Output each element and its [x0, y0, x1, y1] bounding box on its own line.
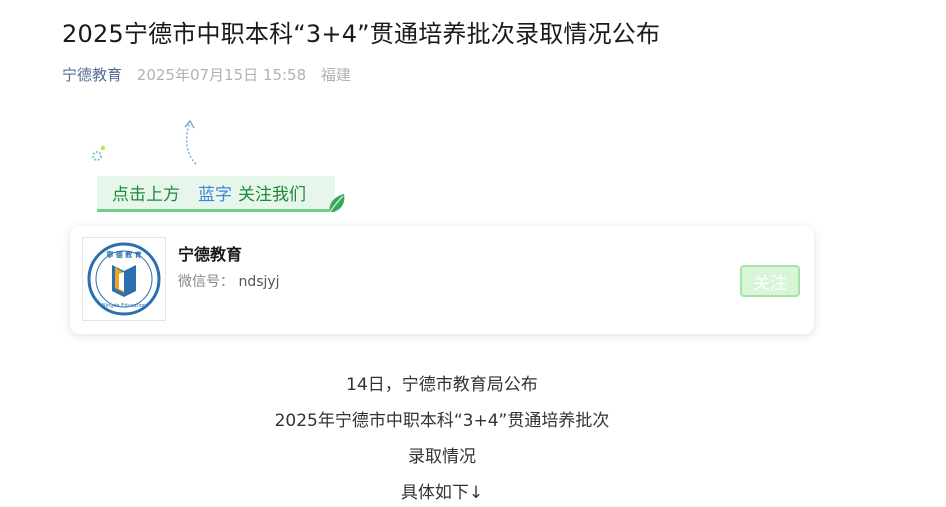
- ningde-education-logo: 寧 德 教 育 Ningde Education: [87, 242, 161, 316]
- follow-us-banner: 点击上方 蓝字 关注我们: [97, 176, 335, 212]
- wechat-id-value: ndsjyj: [238, 274, 280, 290]
- sparkle-dots-icon: [92, 145, 106, 161]
- follow-button[interactable]: 关注: [740, 265, 800, 297]
- content-line-2: 2025年宁德市中职本科“3+4”贯通培养批次: [274, 411, 610, 431]
- account-avatar[interactable]: 寧 德 教 育 Ningde Education: [82, 237, 166, 321]
- account-name: 宁德教育: [178, 245, 243, 264]
- arrow-up-icon: [184, 119, 197, 165]
- leaf-icon: [329, 194, 345, 213]
- wechat-id-row: 微信号： ndsjyj: [178, 271, 280, 291]
- svg-text:寧 德 教 育: 寧 德 教 育: [106, 250, 141, 259]
- article-meta: 宁德教育 2025年07月15日 15:58 福建: [62, 64, 351, 85]
- wechat-id-label: 微信号：: [178, 274, 234, 290]
- content-line-1: 14日，宁德市教育局公布: [346, 375, 538, 395]
- content-line-4: 具体如下↓: [400, 483, 484, 503]
- author-link[interactable]: 宁德教育: [62, 66, 122, 84]
- banner-text-left: 点击上方: [112, 185, 180, 205]
- article-title: 2025宁德市中职本科“3+4”贯通培养批次录取情况公布: [62, 20, 661, 48]
- publish-date: 2025年07月15日 15:58: [136, 66, 307, 84]
- banner-text-blue: 蓝字: [198, 185, 232, 205]
- svg-text:Ningde Education: Ningde Education: [102, 303, 146, 309]
- account-card[interactable]: 寧 德 教 育 Ningde Education 宁德教育 微信号： ndsjy…: [70, 226, 814, 334]
- banner-text-right: 关注我们: [238, 185, 306, 205]
- content-line-3: 录取情况: [408, 447, 476, 467]
- publish-region: 福建: [320, 66, 351, 84]
